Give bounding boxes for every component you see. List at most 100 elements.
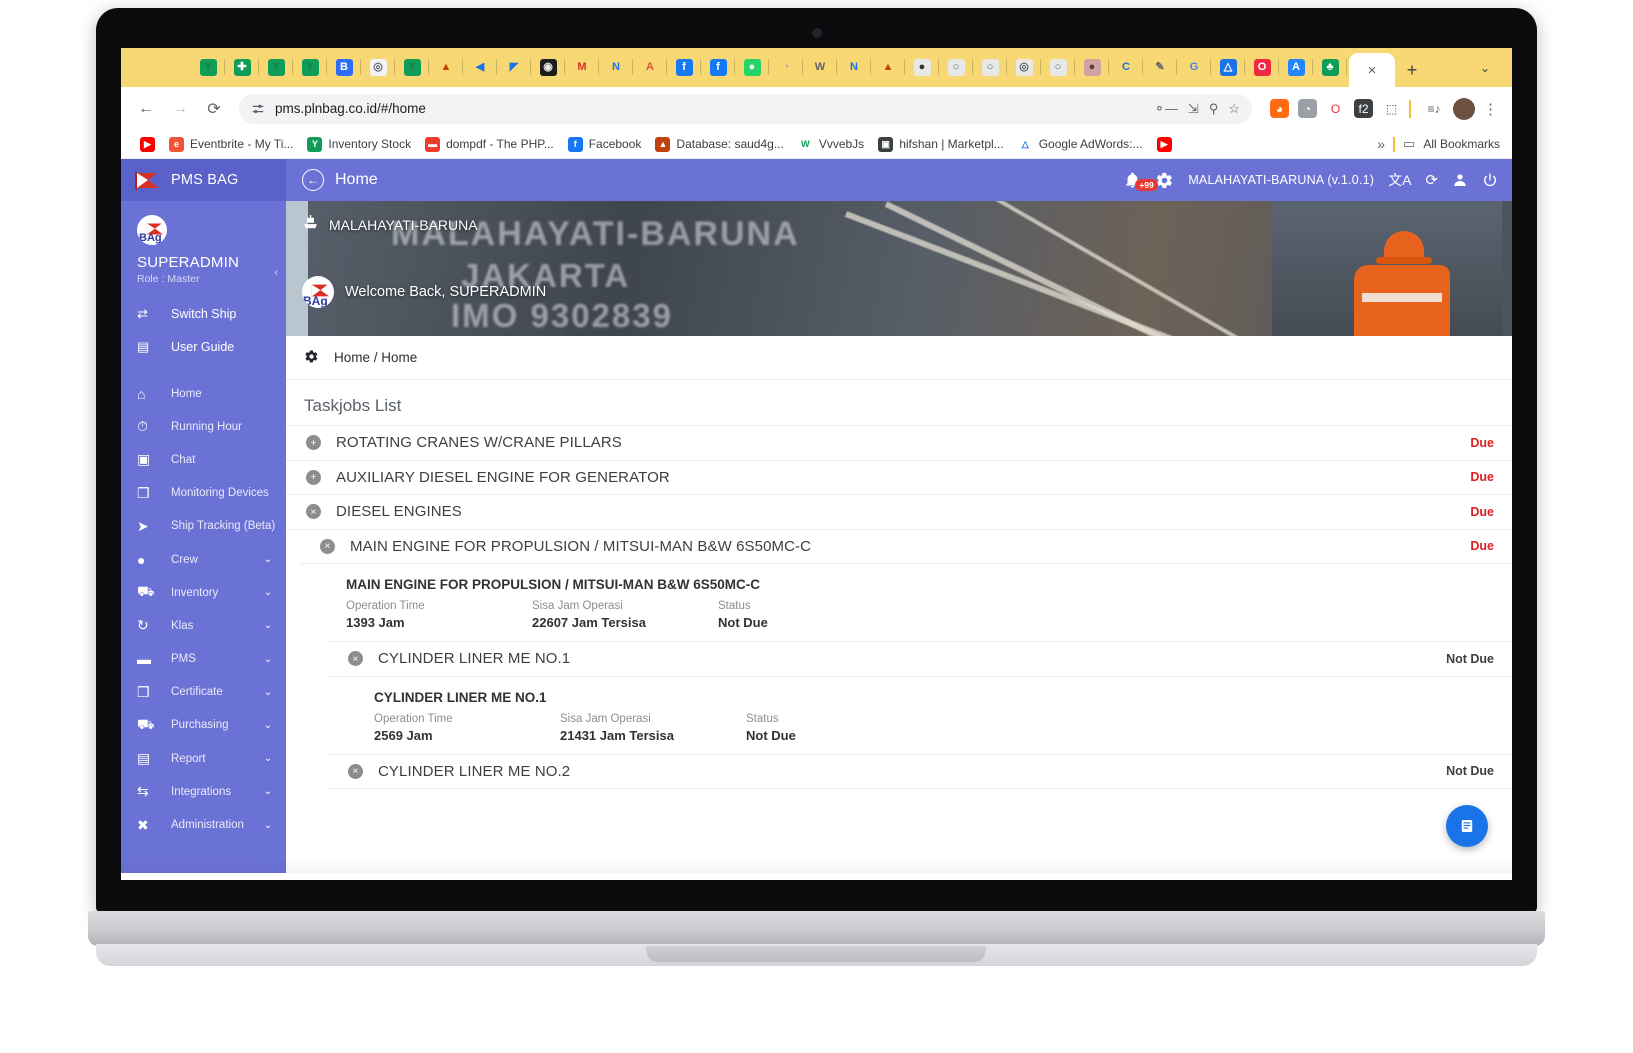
expand-icon[interactable]: + <box>306 435 321 451</box>
whatsapp-icon[interactable]: ● <box>735 48 769 87</box>
chevron-down-icon[interactable]: ⌄ <box>264 587 286 598</box>
gear-icon[interactable] <box>1155 171 1174 190</box>
yt-shorts-icon-3[interactable]: Y <box>293 48 327 87</box>
bookmark-dompdf[interactable]: ▬ dompdf - The PHP... <box>418 134 561 155</box>
yt-shorts-icon-2[interactable]: Y <box>259 48 293 87</box>
taskjob-row-subsub[interactable]: × CYLINDER LINER ME NO.1 Not Due <box>328 641 1512 677</box>
pinned-tabs[interactable]: Y ✚ Y Y B ◎ Y ▲ ◀ ◤ ◉ M N Af f ● ◔ W N ▲ ● ○ ○ ◎ ○ ● C ✎ G △ O A ♣ <box>121 48 1347 87</box>
w-icon[interactable]: W <box>803 48 837 87</box>
opera-icon[interactable]: O <box>1245 48 1279 87</box>
sidebar-quicklink-user-guide[interactable]: ▤ User Guide <box>121 330 286 363</box>
google-icon[interactable]: G <box>1177 48 1211 87</box>
chevron-down-icon[interactable]: ⌄ <box>264 786 286 797</box>
sidebar-item-purchasing[interactable]: ⛟ Purchasing ⌄ <box>121 709 286 742</box>
nuxt-icon[interactable]: N <box>599 48 633 87</box>
collapse-icon[interactable]: × <box>348 651 363 667</box>
panda-icon[interactable]: ● <box>905 48 939 87</box>
yt-shorts-icon-4[interactable]: Y <box>395 48 429 87</box>
sidebar-item-inventory[interactable]: ⛟ Inventory ⌄ <box>121 576 286 609</box>
bookmark-vvvebjs[interactable]: W VvvebJs <box>791 134 871 155</box>
active-tab[interactable]: × <box>1349 53 1395 87</box>
sidebar-item-integrations[interactable]: ⇆ Integrations ⌄ <box>121 775 286 808</box>
atlassian-icon[interactable]: A <box>1279 48 1313 87</box>
facebook-icon[interactable]: f <box>667 48 701 87</box>
address-bar[interactable]: pms.plnbag.co.id/#/home ⚬— ⇲ ⚲ ☆ <box>239 93 1252 124</box>
bookmark-star-icon[interactable]: ☆ <box>1228 101 1240 117</box>
chat-fab-button[interactable] <box>1446 805 1488 847</box>
facebook-icon-2[interactable]: f <box>701 48 735 87</box>
collapse-icon[interactable]: × <box>306 504 321 520</box>
sidebar-item-chat[interactable]: ▣ Chat <box>121 443 286 476</box>
bookmark-google-adwords[interactable]: △ Google AdWords:... <box>1011 134 1150 155</box>
avatar[interactable]: BAg <box>137 215 167 245</box>
pma-icon-2[interactable]: ▲ <box>871 48 905 87</box>
pma-icon[interactable]: ▲ <box>429 48 463 87</box>
puzzle-icon[interactable]: ⬚ <box>1382 99 1401 118</box>
browser-menu-icon[interactable]: ⋮ <box>1479 100 1502 118</box>
translate-icon[interactable]: 文A <box>1388 170 1411 190</box>
chevron-down-icon[interactable]: ⌄ <box>264 620 286 631</box>
adobe-icon[interactable]: A <box>633 48 667 87</box>
collapse-icon[interactable]: × <box>348 763 363 779</box>
new-tab-button[interactable]: + <box>1395 53 1429 87</box>
drive-icon[interactable]: △ <box>1211 48 1245 87</box>
nuxt-icon-2[interactable]: N <box>837 48 871 87</box>
bookmark-facebook[interactable]: f Facebook <box>561 134 649 155</box>
pen-icon[interactable]: ✎ <box>1143 48 1177 87</box>
clock-icon[interactable]: ◔ <box>769 48 803 87</box>
sidebar-collapse-icon[interactable]: ‹ <box>274 267 278 279</box>
speaker-icon[interactable]: ◀ <box>463 48 497 87</box>
taskjob-row[interactable]: + AUXILIARY DIESEL ENGINE FOR GENERATOR Du… <box>286 459 1512 495</box>
sidebar-quicklink-switch-ship[interactable]: ⇄ Switch Ship <box>121 297 286 330</box>
site-settings-icon[interactable] <box>251 102 265 116</box>
bookmark-inventory-stock[interactable]: Y Inventory Stock <box>300 134 418 155</box>
back-icon[interactable]: ← <box>131 94 161 124</box>
bootstrap-icon[interactable]: B <box>327 48 361 87</box>
sheets-icon[interactable]: ✚ <box>225 48 259 87</box>
zoom-icon[interactable]: ⚲ <box>1209 101 1219 117</box>
circle-icon-1[interactable]: ○ <box>939 48 973 87</box>
sidebar-item-ship-tracking[interactable]: ➤ Ship Tracking (Beta) <box>121 510 286 543</box>
circle-icon-2[interactable]: ○ <box>973 48 1007 87</box>
taskjob-row[interactable]: × DIESEL ENGINES Due <box>286 494 1512 530</box>
brand-header[interactable]: PMS BAG <box>121 159 286 201</box>
circle-icon-3[interactable]: ◎ <box>1007 48 1041 87</box>
sidebar-item-administration[interactable]: ✖ Administration ⌄ <box>121 808 286 841</box>
power-icon[interactable] <box>1482 172 1498 188</box>
bookmark-youtube-2[interactable]: ▶ <box>1150 134 1179 155</box>
install-app-icon[interactable]: ⇲ <box>1188 101 1199 117</box>
user-icon[interactable] <box>1452 172 1468 188</box>
dark-circle-icon[interactable]: ◉ <box>531 48 565 87</box>
collapse-icon[interactable]: × <box>320 538 335 554</box>
sidebar-item-pms[interactable]: ▬ PMS ⌄ <box>121 643 286 676</box>
sidebar-item-klas[interactable]: ↻ Klas ⌄ <box>121 609 286 642</box>
extension-orange-icon[interactable]: ◕ <box>1270 99 1289 118</box>
close-icon[interactable]: × <box>1368 62 1377 79</box>
circle-icon-4[interactable]: ○ <box>1041 48 1075 87</box>
sidebar-item-certificate[interactable]: ❒ Certificate ⌄ <box>121 676 286 709</box>
bookmarks-overflow-icon[interactable]: » <box>1377 136 1385 152</box>
bookmark-youtube[interactable]: ▶ <box>133 134 162 155</box>
yt-shorts-icon[interactable]: Y <box>191 48 225 87</box>
chevron-down-icon[interactable]: ⌄ <box>264 554 286 565</box>
all-bookmarks-label[interactable]: All Bookmarks <box>1423 137 1500 151</box>
notifications-button[interactable]: +99 <box>1124 172 1158 192</box>
chevron-down-icon[interactable]: ⌄ <box>264 720 286 731</box>
sail-icon[interactable]: ◤ <box>497 48 531 87</box>
sidebar-item-monitoring-devices[interactable]: ❐ Monitoring Devices <box>121 477 286 510</box>
bookmark-hifshan-marketplace[interactable]: ▣ hifshan | Marketpl... <box>871 134 1011 155</box>
reload-icon[interactable]: ⟳ <box>199 94 229 124</box>
chevron-down-icon[interactable]: ⌄ <box>264 687 286 698</box>
media-control-icon[interactable]: ≡♪ <box>1419 94 1449 124</box>
chevron-down-icon[interactable]: ⌄ <box>1470 61 1500 75</box>
chevron-down-icon[interactable]: ⌄ <box>264 820 286 831</box>
sidebar-item-report[interactable]: ▤ Report ⌄ <box>121 742 286 775</box>
fingerprint-icon[interactable]: ◎ <box>361 48 395 87</box>
refresh-icon[interactable]: ⟳ <box>1425 171 1438 189</box>
koala-icon[interactable]: ● <box>1075 48 1109 87</box>
extension-gray-icon[interactable]: ◔ <box>1298 99 1317 118</box>
taskjob-row[interactable]: + ROTATING CRANES W/CRANE PILLARS Due <box>286 425 1512 461</box>
taskjob-row-sub[interactable]: × MAIN ENGINE FOR PROPULSION / MITSUI-MAN… <box>300 528 1512 564</box>
profile-avatar[interactable] <box>1453 97 1475 120</box>
c-icon[interactable]: C <box>1109 48 1143 87</box>
